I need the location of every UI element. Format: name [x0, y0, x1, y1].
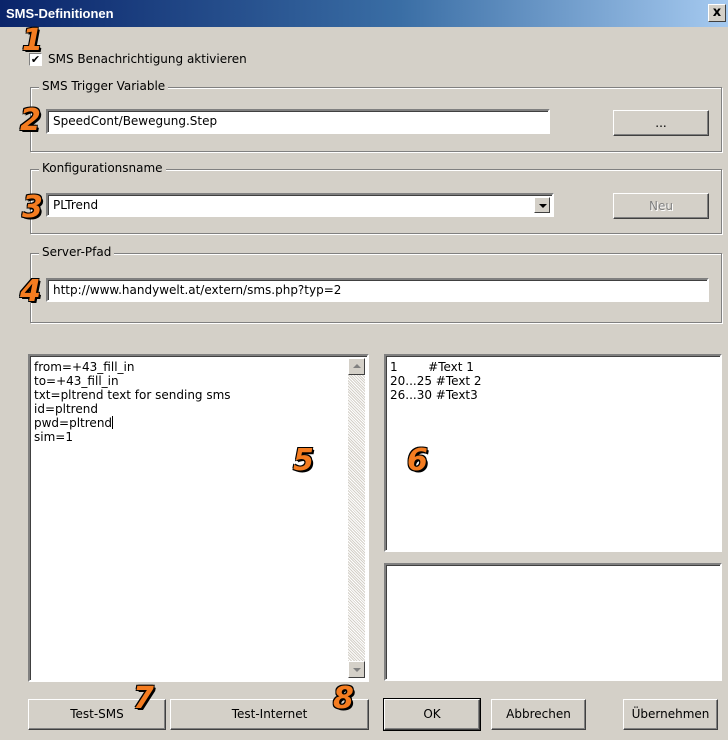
cancel-label: Abbrechen — [506, 707, 571, 721]
close-icon: x — [712, 5, 722, 20]
test-sms-label: Test-SMS — [70, 707, 124, 721]
vertical-scrollbar[interactable] — [348, 358, 365, 678]
config-name-combobox[interactable]: PLTrend — [46, 193, 554, 217]
callout-7: 7 — [133, 681, 154, 716]
title-bar: SMS-Definitionen x — [0, 0, 728, 27]
server-group-label: Server-Pfad — [39, 245, 115, 259]
param-line: sim=1 — [34, 430, 73, 444]
sms-enable-label: SMS Benachrichtigung aktivieren — [48, 52, 247, 66]
text-mapping-textarea[interactable]: 1 #Text 1 20...25 #Text 2 26...30 #Text3 — [384, 354, 722, 552]
browse-button-label: ... — [655, 116, 667, 130]
callout-4: 4 — [20, 274, 41, 309]
param-line: id=pltrend — [34, 402, 98, 416]
new-config-button-label: Neu — [649, 199, 673, 213]
callout-8: 8 — [333, 681, 354, 716]
server-path-value: http://www.handywelt.at/extern/sms.php?t… — [53, 283, 342, 297]
new-config-button[interactable]: Neu — [613, 193, 709, 219]
apply-label: Übernehmen — [631, 707, 710, 721]
test-internet-label: Test-Internet — [231, 707, 308, 721]
cancel-button[interactable]: Abbrechen — [491, 699, 586, 730]
mapping-line: 1 #Text 1 — [390, 360, 474, 374]
trigger-variable-input[interactable]: SpeedCont/Bewegung.Step — [46, 109, 550, 134]
trigger-variable-value: SpeedCont/Bewegung.Step — [53, 114, 218, 128]
close-button[interactable]: x — [708, 4, 726, 22]
param-line: from=+43_fill_in — [34, 360, 135, 374]
scroll-up-arrow-icon[interactable] — [348, 358, 365, 375]
trigger-group-label: SMS Trigger Variable — [39, 79, 169, 93]
callout-3: 3 — [22, 190, 43, 225]
param-line: to=+43_fill_in — [34, 374, 119, 388]
param-line: pwd=pltrend — [34, 416, 363, 430]
callout-2: 2 — [20, 103, 41, 138]
mapping-line: 20...25 #Text 2 — [390, 374, 482, 388]
window-title: SMS-Definitionen — [6, 6, 114, 21]
ok-label: OK — [423, 707, 441, 721]
sms-parameters-textarea[interactable]: from=+43_fill_in to=+43_fill_in txt=pltr… — [28, 354, 369, 682]
server-path-input[interactable]: http://www.handywelt.at/extern/sms.php?t… — [46, 278, 709, 302]
chevron-down-icon[interactable] — [534, 197, 550, 213]
config-name-value: PLTrend — [53, 198, 99, 212]
callout-5: 5 — [293, 443, 314, 478]
scroll-down-arrow-icon[interactable] — [348, 661, 365, 678]
mapping-line: 26...30 #Text3 — [390, 388, 478, 402]
callout-1: 1 — [22, 23, 43, 58]
param-line-text: pwd=pltrend — [34, 416, 113, 430]
ok-button[interactable]: OK — [383, 698, 481, 731]
response-textarea[interactable] — [384, 563, 722, 681]
config-group-label: Konfigurationsname — [39, 161, 166, 175]
param-line: txt=pltrend text for sending sms — [34, 388, 231, 402]
apply-button[interactable]: Übernehmen — [623, 699, 718, 730]
text-cursor — [112, 416, 114, 429]
browse-button[interactable]: ... — [613, 110, 709, 136]
callout-6: 6 — [407, 443, 428, 478]
